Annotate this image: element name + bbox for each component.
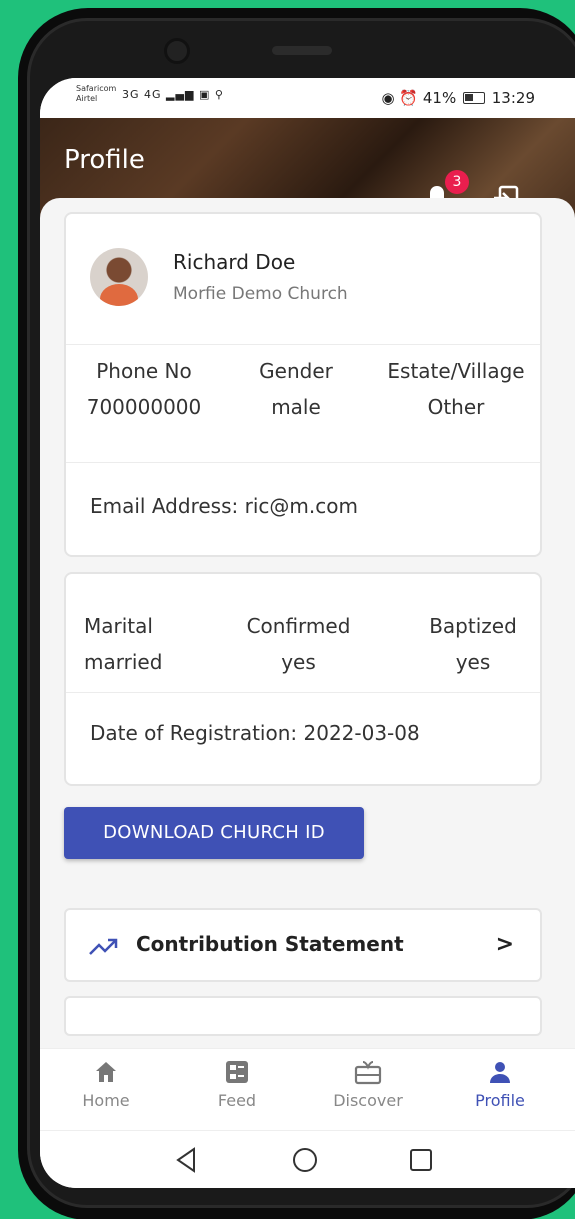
baptized-label: Baptized bbox=[429, 614, 517, 638]
nav-discover[interactable]: Discover bbox=[318, 1059, 418, 1110]
bottom-navigation: Home Feed Discover Profile bbox=[40, 1048, 575, 1130]
marital-value: married bbox=[84, 650, 163, 674]
profile-card: Richard Doe Morfie Demo Church Phone No … bbox=[64, 212, 542, 557]
download-church-id-button[interactable]: DOWNLOAD CHURCH ID bbox=[64, 807, 364, 859]
carrier-primary: Safaricom bbox=[76, 84, 117, 93]
feed-icon bbox=[226, 1061, 248, 1083]
membership-card: Marital married Confirmed yes Baptized y… bbox=[64, 572, 542, 786]
earpiece-speaker bbox=[272, 46, 332, 55]
signal-icon: 3G 4G ▂▄▆ ▣ ⚲ bbox=[122, 88, 224, 101]
nav-discover-label: Discover bbox=[333, 1091, 403, 1110]
recents-icon[interactable] bbox=[406, 1145, 436, 1175]
nav-home[interactable]: Home bbox=[56, 1059, 156, 1110]
clock: 13:29 bbox=[491, 89, 535, 107]
nav-feed-label: Feed bbox=[217, 1091, 257, 1110]
estate-value: Other bbox=[427, 395, 485, 419]
divider bbox=[66, 462, 540, 463]
battery-icon bbox=[462, 92, 485, 104]
nav-profile[interactable]: Profile bbox=[450, 1059, 550, 1110]
back-icon[interactable] bbox=[172, 1145, 202, 1175]
email-address: Email Address: ric@m.com bbox=[90, 494, 358, 518]
divider bbox=[66, 344, 540, 345]
status-bar: Safaricom Airtel 3G 4G ▂▄▆ ▣ ⚲ ◉ ⏰ 41% 1… bbox=[40, 78, 575, 118]
profile-icon bbox=[490, 1062, 510, 1083]
estate-field: Estate/Village Other bbox=[378, 359, 534, 419]
nav-feed[interactable]: Feed bbox=[187, 1059, 287, 1110]
baptized-value: yes bbox=[455, 650, 491, 674]
home-icon bbox=[96, 1062, 116, 1082]
front-camera bbox=[164, 38, 190, 64]
eye-icon: ◉ bbox=[381, 89, 395, 107]
baptized-field: Baptized yes bbox=[418, 614, 528, 674]
contribution-statement-row[interactable]: Contribution Statement > bbox=[64, 908, 542, 982]
linkedin-icon: ▣ bbox=[198, 88, 211, 101]
divider bbox=[66, 692, 540, 693]
marital-field: Marital married bbox=[84, 614, 174, 674]
status-right: ◉ ⏰ 41% 13:29 bbox=[382, 89, 535, 107]
nav-home-label: Home bbox=[82, 1091, 130, 1110]
estate-label: Estate/Village bbox=[387, 359, 525, 383]
system-navigation-bar bbox=[40, 1130, 575, 1188]
location-icon: ⚲ bbox=[214, 88, 224, 101]
battery-percent: 41% bbox=[422, 89, 457, 107]
church-name: Morfie Demo Church bbox=[173, 284, 348, 304]
nav-profile-label: Profile bbox=[475, 1091, 525, 1110]
gender-label: Gender bbox=[259, 359, 333, 383]
phone-field: Phone No 700000000 bbox=[74, 359, 214, 419]
contribution-label: Contribution Statement bbox=[136, 932, 404, 956]
home-circle-icon[interactable] bbox=[290, 1145, 320, 1175]
phone-value: 700000000 bbox=[86, 395, 202, 419]
notification-badge: 3 bbox=[445, 170, 469, 194]
app-screen: Safaricom Airtel 3G 4G ▂▄▆ ▣ ⚲ ◉ ⏰ 41% 1… bbox=[40, 78, 575, 1188]
trending-up-icon bbox=[89, 938, 118, 955]
confirmed-value: yes bbox=[281, 650, 316, 674]
alarm-icon: ⏰ bbox=[399, 89, 419, 107]
network-type: 3G 4G bbox=[122, 88, 162, 101]
signal-bars-icon: ▂▄▆ bbox=[166, 88, 195, 101]
marital-label: Marital bbox=[84, 614, 153, 638]
avatar[interactable] bbox=[90, 248, 148, 306]
carrier-labels: Safaricom Airtel bbox=[76, 84, 116, 104]
list-item[interactable] bbox=[64, 996, 542, 1036]
gender-field: Gender male bbox=[236, 359, 356, 419]
phone-label: Phone No bbox=[96, 359, 192, 383]
confirmed-label: Confirmed bbox=[246, 614, 351, 638]
chevron-right-icon: > bbox=[495, 932, 514, 957]
carrier-secondary: Airtel bbox=[76, 94, 98, 103]
discover-icon bbox=[354, 1061, 382, 1085]
page-title: Profile bbox=[64, 145, 145, 175]
confirmed-field: Confirmed yes bbox=[236, 614, 361, 674]
registration-date: Date of Registration: 2022-03-08 bbox=[90, 721, 420, 745]
member-name: Richard Doe bbox=[173, 250, 296, 274]
gender-value: male bbox=[271, 395, 321, 419]
